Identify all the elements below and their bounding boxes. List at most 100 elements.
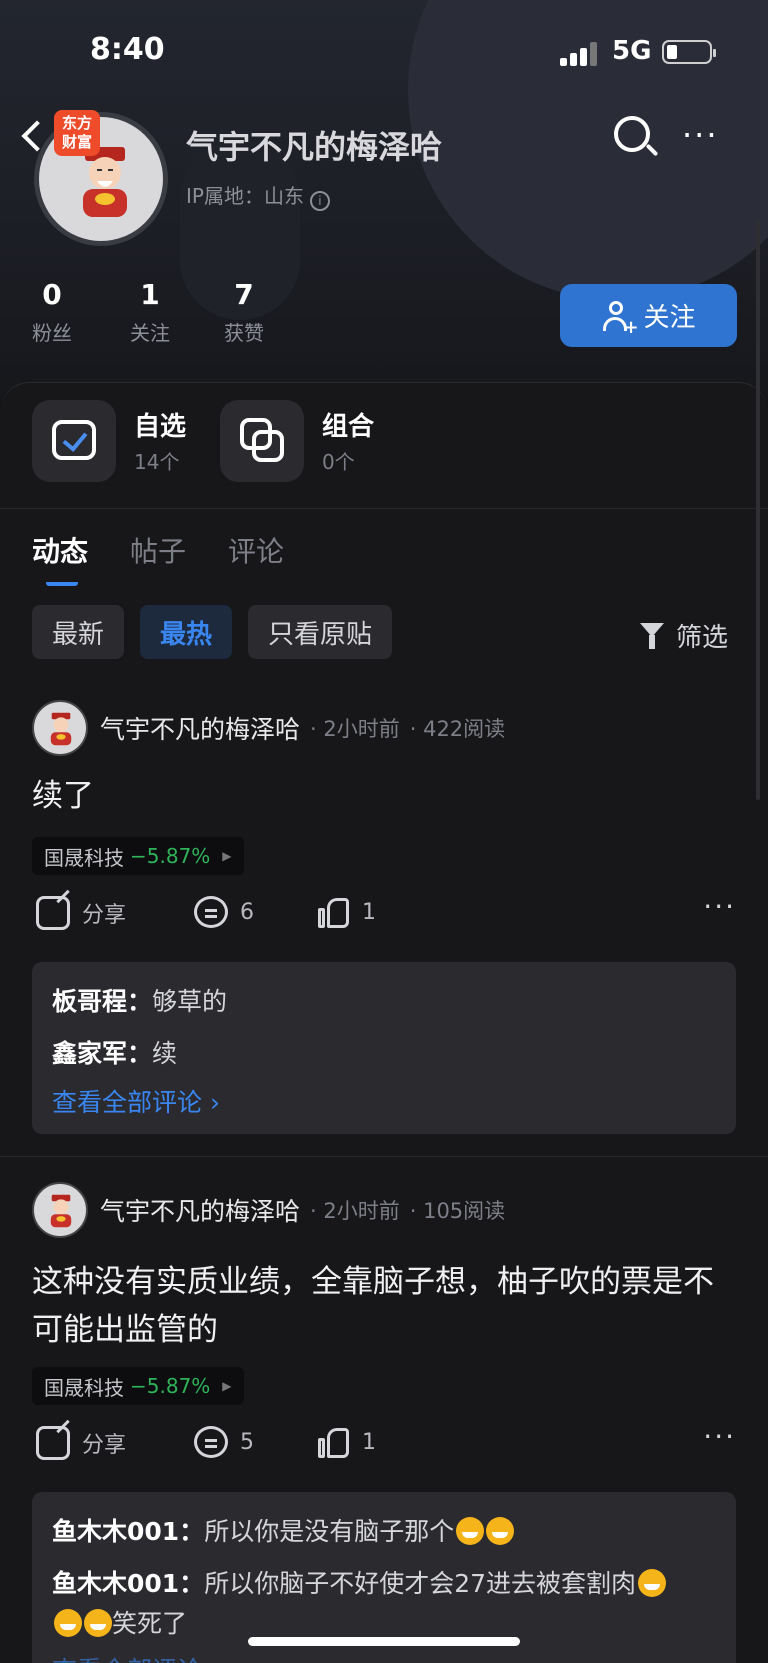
avatar[interactable] bbox=[32, 1182, 88, 1238]
more-options-button[interactable]: ··· bbox=[682, 119, 719, 151]
post-reads: · 105阅读 bbox=[409, 1199, 506, 1223]
ip-location: IP属地：山东 i bbox=[186, 180, 330, 211]
yawn-emoji-icon bbox=[456, 1517, 485, 1545]
share-icon bbox=[36, 1426, 70, 1460]
network-label: 5G bbox=[612, 36, 652, 66]
yawn-emoji-icon bbox=[486, 1517, 515, 1545]
brand-badge: 东方 财富 bbox=[54, 110, 100, 156]
comment-author[interactable]: 鑫家军： bbox=[52, 1039, 152, 1068]
play-icon: ▶ bbox=[222, 849, 232, 863]
comment-text: 够草的 bbox=[152, 987, 228, 1016]
comment-text: 续 bbox=[152, 1039, 178, 1068]
shortcut-count: 14个 bbox=[134, 450, 180, 474]
content-tabs: 动态 帖子 评论 bbox=[32, 530, 284, 586]
post-text[interactable]: 这种没有实质业绩，全靠脑子想，柚子吹的票是不可能出监管的 bbox=[32, 1258, 742, 1354]
post-author[interactable]: 气宇不凡的梅泽哈 bbox=[100, 710, 300, 746]
status-bar: 8:40 5G bbox=[0, 0, 768, 100]
scrollbar[interactable] bbox=[756, 220, 760, 800]
search-icon bbox=[614, 116, 650, 152]
stock-change: −5.87% bbox=[130, 844, 211, 868]
comment-text-continued: 笑死了 bbox=[112, 1609, 188, 1638]
filter-original-only[interactable]: 只看原贴 bbox=[248, 605, 393, 659]
brand-badge-text: 东方 财富 bbox=[61, 114, 92, 151]
info-icon[interactable]: i bbox=[309, 191, 330, 211]
tab-activity[interactable]: 动态 bbox=[32, 530, 88, 586]
post-time: · 2小时前 bbox=[310, 717, 400, 741]
see-all-comments-link[interactable]: 查看全部评论 bbox=[52, 1648, 716, 1663]
follow-label: 关注 bbox=[643, 303, 696, 333]
ip-location-text: IP属地：山东 bbox=[186, 184, 304, 208]
stat-following[interactable]: 1 关注 bbox=[120, 278, 180, 346]
post-text[interactable]: 续了 bbox=[32, 772, 742, 820]
share-button[interactable]: 分享 bbox=[36, 896, 126, 930]
tab-comments[interactable]: 评论 bbox=[228, 530, 284, 570]
grin-emoji-icon bbox=[54, 1609, 82, 1637]
post-actions: 分享 5 1 ··· bbox=[32, 1420, 736, 1476]
like-button[interactable]: 1 bbox=[318, 896, 376, 928]
caishen-avatar-icon bbox=[50, 712, 72, 746]
stat-likes: 7 获赞 bbox=[214, 278, 274, 346]
comment-count: 5 bbox=[240, 1429, 254, 1455]
like-count: 1 bbox=[362, 1429, 376, 1455]
share-icon bbox=[36, 896, 70, 930]
funnel-icon bbox=[640, 622, 664, 649]
comment-count: 6 bbox=[240, 899, 254, 925]
stock-tag[interactable]: 国晟科技 −5.87% ▶ bbox=[32, 1367, 244, 1405]
comment-text: 所以你是没有脑子那个 bbox=[204, 1517, 455, 1546]
stat-label: 获赞 bbox=[224, 321, 264, 345]
shortcut-title: 组合 bbox=[322, 412, 375, 442]
caishen-avatar-icon bbox=[50, 1194, 72, 1228]
filter-button[interactable]: 筛选 bbox=[640, 617, 728, 654]
post-more-button[interactable]: ··· bbox=[703, 890, 736, 923]
thumbs-up-icon bbox=[318, 896, 350, 928]
profile-name: 气宇不凡的梅泽哈 bbox=[186, 128, 443, 166]
add-user-icon: + bbox=[601, 299, 639, 338]
home-indicator[interactable] bbox=[248, 1637, 520, 1646]
watchlist-tile bbox=[32, 400, 116, 482]
post-author[interactable]: 气宇不凡的梅泽哈 bbox=[100, 1192, 300, 1228]
filter-hottest[interactable]: 最热 bbox=[140, 605, 233, 659]
grin-emoji-icon bbox=[638, 1569, 667, 1597]
shortcut-title: 自选 bbox=[134, 412, 187, 442]
stock-change: −5.87% bbox=[130, 1374, 211, 1398]
play-icon: ▶ bbox=[222, 1379, 232, 1393]
filter-latest[interactable]: 最新 bbox=[32, 605, 125, 659]
comment-button[interactable]: 6 bbox=[194, 896, 254, 928]
stat-value: 7 bbox=[234, 278, 254, 311]
shortcut-count: 0个 bbox=[322, 450, 355, 474]
post-actions: 分享 6 1 ··· bbox=[32, 890, 736, 946]
post-time: · 2小时前 bbox=[310, 1199, 400, 1223]
post-reads: · 422阅读 bbox=[409, 717, 506, 741]
grin-emoji-icon bbox=[84, 1609, 112, 1637]
share-label: 分享 bbox=[82, 1433, 127, 1458]
stat-value: 0 bbox=[42, 278, 62, 311]
stock-tag[interactable]: 国晟科技 −5.87% ▶ bbox=[32, 837, 244, 875]
share-label: 分享 bbox=[82, 903, 127, 928]
search-button[interactable] bbox=[612, 114, 659, 158]
status-time: 8:40 bbox=[90, 32, 165, 67]
like-button[interactable]: 1 bbox=[318, 1426, 376, 1458]
see-all-comments-link[interactable]: 查看全部评论 › bbox=[52, 1080, 716, 1126]
filter-label: 筛选 bbox=[676, 623, 729, 653]
follow-button[interactable]: + 关注 bbox=[560, 284, 737, 347]
share-button[interactable]: 分享 bbox=[36, 1426, 126, 1460]
post-more-button[interactable]: ··· bbox=[703, 1420, 736, 1453]
comment-text: 所以你脑子不好使才会27进去被套割肉 bbox=[204, 1569, 637, 1598]
divider bbox=[0, 1156, 768, 1157]
comment-author[interactable]: 板哥程： bbox=[52, 987, 152, 1016]
comment-item: 鱼木木001：所以你是没有脑子那个 bbox=[52, 1506, 716, 1558]
comment-item: 板哥程：够草的 bbox=[52, 976, 716, 1028]
post-header: 气宇不凡的梅泽哈 · 2小时前 · 422阅读 bbox=[32, 700, 505, 756]
tab-posts[interactable]: 帖子 bbox=[130, 530, 186, 570]
comment-author[interactable]: 鱼木木001： bbox=[52, 1569, 204, 1598]
comment-preview[interactable]: 板哥程：够草的 鑫家军：续 查看全部评论 › bbox=[32, 962, 736, 1134]
stat-label: 粉丝 bbox=[32, 321, 72, 345]
avatar[interactable] bbox=[32, 700, 88, 756]
stat-label: 关注 bbox=[130, 321, 170, 345]
comment-author[interactable]: 鱼木木001： bbox=[52, 1517, 204, 1546]
stock-name: 国晟科技 bbox=[44, 1375, 124, 1400]
comment-icon bbox=[194, 896, 228, 928]
checkbox-icon bbox=[52, 420, 96, 460]
comment-button[interactable]: 5 bbox=[194, 1426, 254, 1458]
stat-fans[interactable]: 0 粉丝 bbox=[22, 278, 82, 346]
